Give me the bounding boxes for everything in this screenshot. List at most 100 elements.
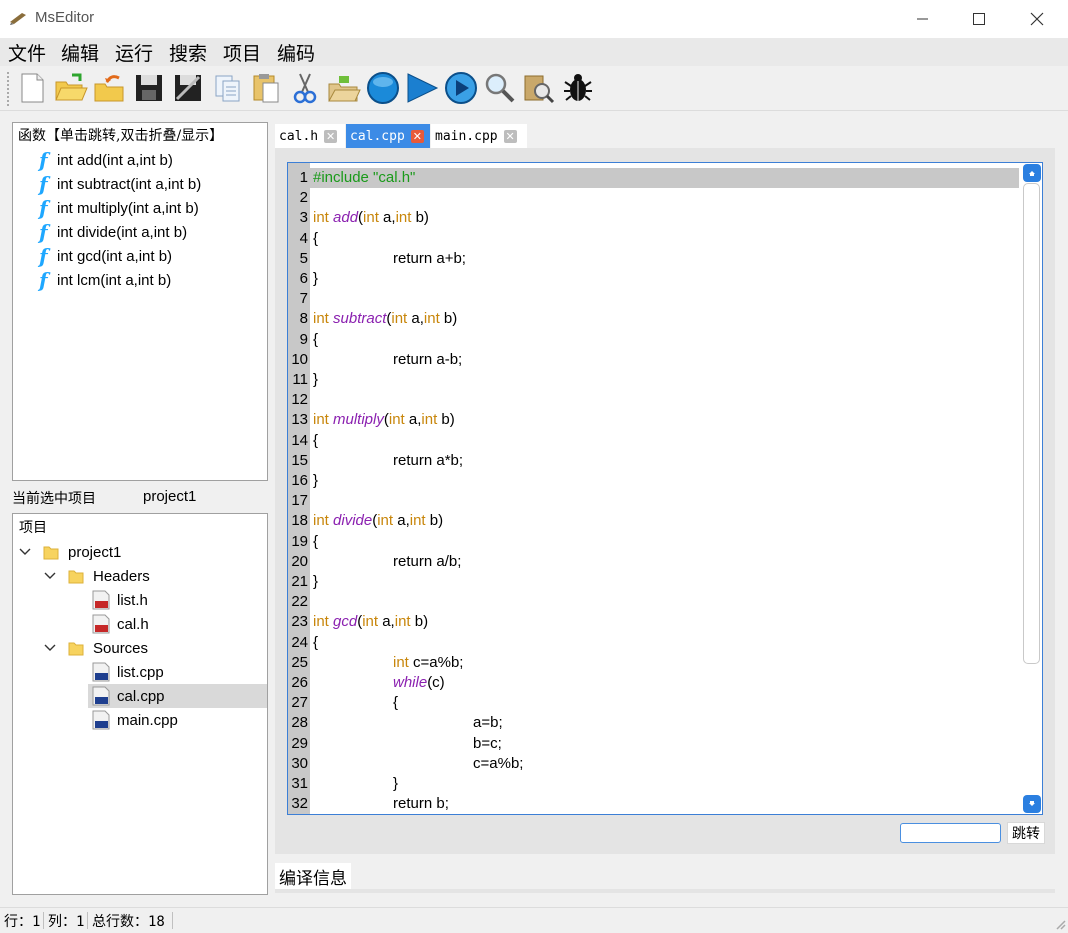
status-row: 行：1 — [4, 914, 41, 930]
line-number: 17 — [291, 492, 308, 510]
function-item-multiply[interactable]: f int multiply(int a,int b) — [39, 196, 199, 220]
tree-item-cal-h[interactable]: cal.h — [13, 612, 267, 636]
jump-line-input[interactable] — [900, 823, 1001, 843]
code-line: } — [313, 371, 319, 388]
function-label: int lcm(int a,int b) — [57, 271, 172, 289]
function-item-gcd[interactable]: f int gcd(int a,int b) — [39, 244, 172, 268]
new-file-button[interactable] — [13, 69, 51, 107]
menu-search[interactable]: 搜索 — [169, 39, 207, 66]
paste-button[interactable] — [247, 69, 285, 107]
function-list-panel: 函数【单击跳转,双击折叠/显示】 f int add(int a,int b) f… — [12, 122, 268, 481]
code-line: } — [313, 270, 319, 287]
scroll-thumb[interactable] — [1023, 183, 1040, 664]
tree-label: Headers — [93, 567, 150, 585]
tree-item-project1[interactable]: project1 — [13, 540, 267, 564]
function-item-subtract[interactable]: f int subtract(int a,int b) — [39, 172, 201, 196]
status-col: 列：1 — [48, 914, 85, 930]
open-folder-icon — [55, 73, 88, 101]
tree-label: main.cpp — [117, 711, 178, 729]
tree-item-list-cpp[interactable]: list.cpp — [13, 660, 267, 684]
tree-item-cal-cpp[interactable]: cal.cpp — [88, 684, 267, 708]
project-tree-header: 项目 — [19, 520, 47, 536]
menu-encoding[interactable]: 编码 — [277, 39, 315, 66]
tree-label: Sources — [93, 639, 149, 657]
resize-grip-icon[interactable] — [1054, 918, 1066, 930]
open-recent-button[interactable] — [91, 69, 129, 107]
debug-button[interactable] — [559, 69, 597, 107]
line-number: 22 — [291, 593, 308, 611]
open-project-icon — [328, 76, 361, 102]
function-item-lcm[interactable]: f int lcm(int a,int b) — [39, 268, 171, 292]
current-line-highlight — [310, 168, 1019, 188]
save-button[interactable] — [130, 69, 168, 107]
tab-close-icon[interactable]: ✕ — [503, 129, 517, 143]
save-all-button[interactable] — [169, 69, 207, 107]
status-divider — [172, 912, 173, 929]
code-line: } — [313, 573, 319, 590]
search-files-button[interactable] — [520, 69, 558, 107]
function-list-title: 函数【单击跳转,双击折叠/显示】 — [18, 128, 224, 144]
maximize-button[interactable] — [950, 0, 1008, 38]
status-divider — [87, 912, 88, 929]
menu-run[interactable]: 运行 — [115, 39, 153, 66]
line-number: 20 — [291, 552, 308, 570]
code-editor[interactable]: 1 2 3 4 5 6 7 8 9 10 11 12 13 14 15 16 17 18 19 20 21 22 23 24 2… — [287, 162, 1043, 815]
function-icon: f — [39, 172, 48, 196]
line-number: 31 — [291, 775, 308, 792]
scroll-down-button[interactable] — [1023, 795, 1041, 813]
chevron-down-icon[interactable] — [44, 572, 56, 580]
code-line: } — [393, 775, 399, 792]
app-logo-icon — [10, 13, 26, 25]
status-total-lines: 总行数：18 — [92, 914, 165, 930]
vertical-scrollbar[interactable] — [1022, 163, 1042, 814]
function-item-add[interactable]: f int add(int a,int b) — [39, 148, 173, 172]
scroll-up-button[interactable] — [1023, 164, 1041, 182]
minimize-button[interactable] — [894, 0, 952, 38]
function-icon: f — [39, 268, 48, 292]
tree-item-headers[interactable]: Headers — [13, 564, 267, 588]
function-icon: f — [39, 220, 48, 244]
tab-close-icon[interactable]: ✕ — [324, 129, 338, 143]
function-item-divide[interactable]: f int divide(int a,int b) — [39, 220, 187, 244]
chevron-down-icon[interactable] — [44, 644, 56, 652]
cut-icon — [293, 73, 317, 104]
run-button[interactable] — [403, 69, 441, 107]
open-project-button[interactable] — [325, 69, 363, 107]
jump-button[interactable]: 跳转 — [1007, 822, 1045, 844]
tree-item-list-h[interactable]: list.h — [13, 588, 267, 612]
step-run-icon — [445, 72, 477, 104]
step-run-button[interactable] — [442, 69, 480, 107]
close-window-button[interactable] — [1008, 0, 1066, 38]
scroll-up-icon — [1029, 171, 1035, 176]
compile-info-panel — [275, 889, 1055, 893]
code-line: while(c) — [393, 674, 445, 691]
tab-cal-cpp[interactable]: cal.cpp ✕ — [346, 124, 430, 148]
title-bar: MsEditor — [0, 0, 1068, 38]
tab-close-icon[interactable]: ✕ — [410, 129, 424, 143]
tree-item-sources[interactable]: Sources — [13, 636, 267, 660]
copy-button[interactable] — [208, 69, 246, 107]
search-button[interactable] — [481, 69, 519, 107]
line-number: 28 — [291, 714, 308, 732]
function-icon: f — [39, 148, 48, 172]
line-number: 25 — [291, 653, 308, 671]
tab-main-cpp[interactable]: main.cpp ✕ — [431, 124, 527, 148]
chevron-down-icon[interactable] — [19, 548, 31, 556]
tab-cal-h[interactable]: cal.h ✕ — [275, 124, 345, 148]
code-line: { — [313, 431, 319, 449]
menu-file[interactable]: 文件 — [8, 39, 46, 66]
line-number: 27 — [291, 694, 308, 712]
code-line: int gcd(int a,int b) — [313, 613, 429, 631]
function-label: int gcd(int a,int b) — [57, 247, 173, 265]
cut-button[interactable] — [286, 69, 324, 107]
menu-project[interactable]: 项目 — [223, 39, 261, 66]
open-file-button[interactable] — [52, 69, 90, 107]
tree-label: list.h — [117, 591, 148, 609]
tree-item-main-cpp[interactable]: main.cpp — [13, 708, 267, 732]
folder-icon — [43, 546, 59, 560]
menu-edit[interactable]: 编辑 — [61, 39, 99, 66]
compile-info-tab[interactable]: 编译信息 — [275, 863, 351, 889]
function-label: int multiply(int a,int b) — [57, 199, 199, 217]
stop-button[interactable] — [364, 69, 402, 107]
cpp-file-icon — [92, 710, 110, 730]
